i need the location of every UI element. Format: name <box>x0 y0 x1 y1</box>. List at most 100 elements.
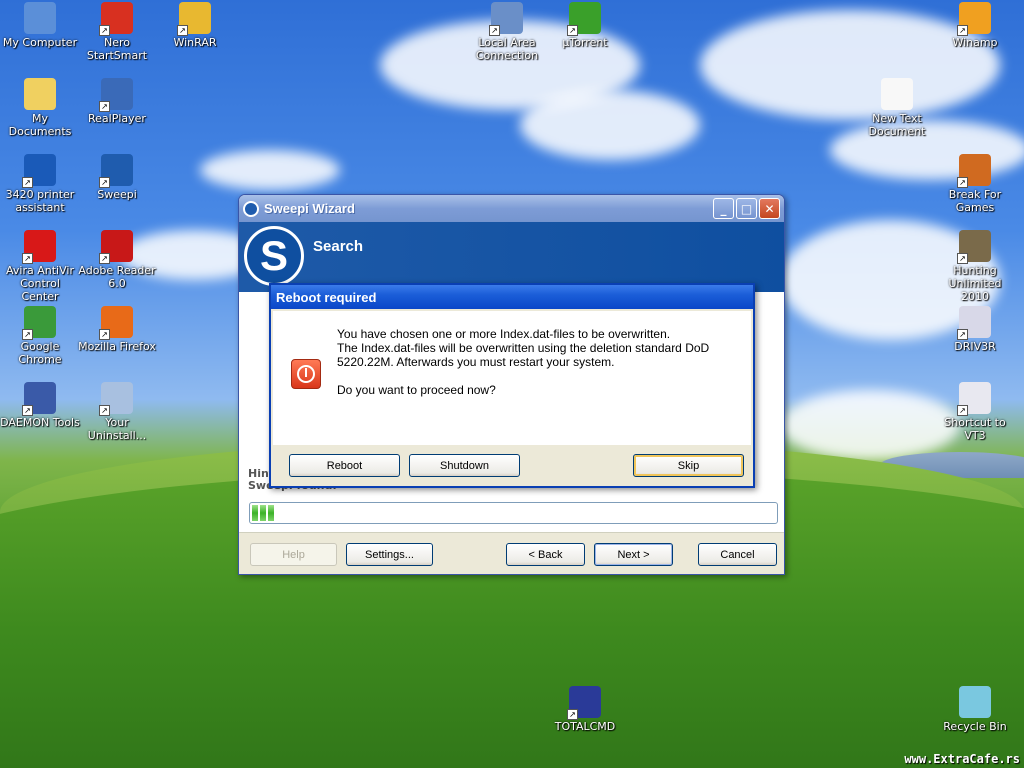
desktop-icon-driver[interactable]: ↗ DRIV3R <box>935 306 1015 353</box>
dialog-title[interactable]: Reboot required <box>271 285 753 309</box>
desktop-icon-label: Nero StartSmart <box>86 36 148 62</box>
sweepi-icon: ↗ <box>99 154 133 188</box>
wizard-header: S Search <box>239 222 784 292</box>
desktop-icon-winamp[interactable]: ↗ Winamp <box>935 2 1015 49</box>
desktop-icon-window[interactable]: ↗ Shortcut to VT3 <box>935 382 1015 442</box>
desktop-icon-label: DRIV3R <box>954 340 996 353</box>
shortcut-arrow-icon: ↗ <box>567 709 578 720</box>
desktop-icon-firefox[interactable]: ↗ Mozilla Firefox <box>77 306 157 353</box>
game-icon: ↗ <box>957 154 991 188</box>
desktop-icon-text-document[interactable]: New Text Document <box>857 78 937 138</box>
window-icon: ↗ <box>957 382 991 416</box>
desktop-icon-label: Avira AntiVir Control Center <box>6 264 74 303</box>
close-button[interactable]: ✕ <box>759 198 780 219</box>
desktop-icon-label: WinRAR <box>173 36 217 49</box>
desktop-icon-adobe[interactable]: ↗ Adobe Reader 6.0 <box>77 230 157 290</box>
shortcut-arrow-icon: ↗ <box>567 25 578 36</box>
driver-icon: ↗ <box>957 306 991 340</box>
help-button[interactable]: Help <box>250 543 337 566</box>
desktop-icon-hp[interactable]: ↗ 3420 printer assistant <box>0 154 80 214</box>
desktop-icon-avira[interactable]: ↗ Avira AntiVir Control Center <box>0 230 80 303</box>
desktop-icon-label: Your Uninstall... <box>87 416 147 442</box>
shortcut-arrow-icon: ↗ <box>22 329 33 340</box>
network-icon: ↗ <box>489 2 523 36</box>
shutdown-button[interactable]: Shutdown <box>409 454 520 477</box>
desktop-icon-documents[interactable]: My Documents <box>0 78 80 138</box>
stop-warning-icon <box>291 359 321 389</box>
desktop-icon-label: Recycle Bin <box>943 720 1007 733</box>
shortcut-arrow-icon: ↗ <box>99 405 110 416</box>
text-document-icon <box>881 78 913 110</box>
shortcut-arrow-icon: ↗ <box>99 25 110 36</box>
message-question: Do you want to proceed now? <box>337 383 496 397</box>
settings-button[interactable]: Settings... <box>346 543 433 566</box>
back-button[interactable]: < Back <box>506 543 585 566</box>
desktop-icon-utorrent[interactable]: ↗ µTorrent <box>545 2 625 49</box>
desktop-icon-realplayer[interactable]: ↗ RealPlayer <box>77 78 157 125</box>
floppy-icon: ↗ <box>567 686 601 720</box>
desktop-icon-game[interactable]: ↗ Break For Games <box>935 154 1015 214</box>
desktop-icon-winrar[interactable]: ↗ WinRAR <box>155 2 235 49</box>
desktop-icon-label: My Documents <box>8 112 72 138</box>
desktop-icon-label: Google Chrome <box>18 340 62 366</box>
desktop-icon-label: Shortcut to VT3 <box>944 416 1006 442</box>
wizard-titlebar[interactable]: Sweepi Wizard _ □ ✕ <box>239 195 784 222</box>
desktop-icon-sweepi[interactable]: ↗ Sweepi <box>77 154 157 201</box>
desktop-icon-floppy[interactable]: ↗ TOTALCMD <box>545 686 625 733</box>
desktop-icon-chrome[interactable]: ↗ Google Chrome <box>0 306 80 366</box>
desktop-icon-nero[interactable]: ↗ Nero StartSmart <box>77 2 157 62</box>
wizard-footer: Help Settings... < Back Next > Cancel <box>239 532 784 574</box>
utorrent-icon: ↗ <box>567 2 601 36</box>
desktop-icon-network[interactable]: ↗ Local Area Connection <box>467 2 547 62</box>
maximize-button[interactable]: □ <box>736 198 757 219</box>
desktop-icon-label: µTorrent <box>562 36 608 49</box>
message-line-2: The Index.dat-files will be overwritten … <box>337 341 710 355</box>
desktop-icon-label: Break For Games <box>948 188 1002 214</box>
shortcut-arrow-icon: ↗ <box>177 25 188 36</box>
skip-button[interactable]: Skip <box>633 454 744 477</box>
deer-icon: ↗ <box>957 230 991 264</box>
desktop-icon-daemon[interactable]: ↗ DAEMON Tools <box>0 382 80 429</box>
desktop-icon-label: Local Area Connection <box>475 36 539 62</box>
progress-block <box>268 505 274 521</box>
desktop-icon-label: RealPlayer <box>88 112 146 125</box>
progress-block <box>252 505 258 521</box>
shortcut-arrow-icon: ↗ <box>99 101 110 112</box>
reboot-button[interactable]: Reboot <box>289 454 400 477</box>
shortcut-arrow-icon: ↗ <box>22 253 33 264</box>
minimize-button[interactable]: _ <box>713 198 734 219</box>
watermark: www.ExtraCafe.rs <box>904 752 1020 766</box>
desktop-icon-computer[interactable]: My Computer <box>0 2 80 49</box>
desktop-icon-label: New Text Document <box>868 112 926 138</box>
desktop-icon-label: Winamp <box>952 36 998 49</box>
sweepi-logo-icon: S <box>244 226 304 286</box>
hp-icon: ↗ <box>22 154 56 188</box>
dialog-message: You have chosen one or more Index.dat-fi… <box>337 327 742 397</box>
daemon-icon: ↗ <box>22 382 56 416</box>
desktop-icon-label: My Computer <box>2 36 78 49</box>
avira-icon: ↗ <box>22 230 56 264</box>
adobe-icon: ↗ <box>99 230 133 264</box>
desktop-icon-label: Adobe Reader 6.0 <box>78 264 156 290</box>
cancel-button[interactable]: Cancel <box>698 543 777 566</box>
shortcut-arrow-icon: ↗ <box>957 177 968 188</box>
desktop-icon-recycle-bin[interactable]: Recycle Bin <box>935 686 1015 733</box>
shortcut-arrow-icon: ↗ <box>957 329 968 340</box>
shortcut-arrow-icon: ↗ <box>957 25 968 36</box>
chrome-icon: ↗ <box>22 306 56 340</box>
wizard-step-title: Search <box>313 238 364 255</box>
reboot-required-dialog: Reboot required You have chosen one or m… <box>269 283 755 488</box>
message-line-3: 5220.22M. Afterwards you must restart yo… <box>337 355 615 369</box>
desktop-icon-label: 3420 printer assistant <box>5 188 75 214</box>
desktop-icon-label: DAEMON Tools <box>0 416 80 429</box>
shortcut-arrow-icon: ↗ <box>22 177 33 188</box>
winamp-icon: ↗ <box>957 2 991 36</box>
desktop-icon-deer[interactable]: ↗ Hunting Unlimited 2010 <box>935 230 1015 303</box>
shortcut-arrow-icon: ↗ <box>22 405 33 416</box>
trash-icon: ↗ <box>99 382 133 416</box>
computer-icon <box>24 2 56 34</box>
desktop-icon-trash[interactable]: ↗ Your Uninstall... <box>77 382 157 442</box>
desktop-icon-label: Sweepi <box>97 188 137 201</box>
next-button[interactable]: Next > <box>594 543 673 566</box>
progress-fill <box>252 505 775 521</box>
